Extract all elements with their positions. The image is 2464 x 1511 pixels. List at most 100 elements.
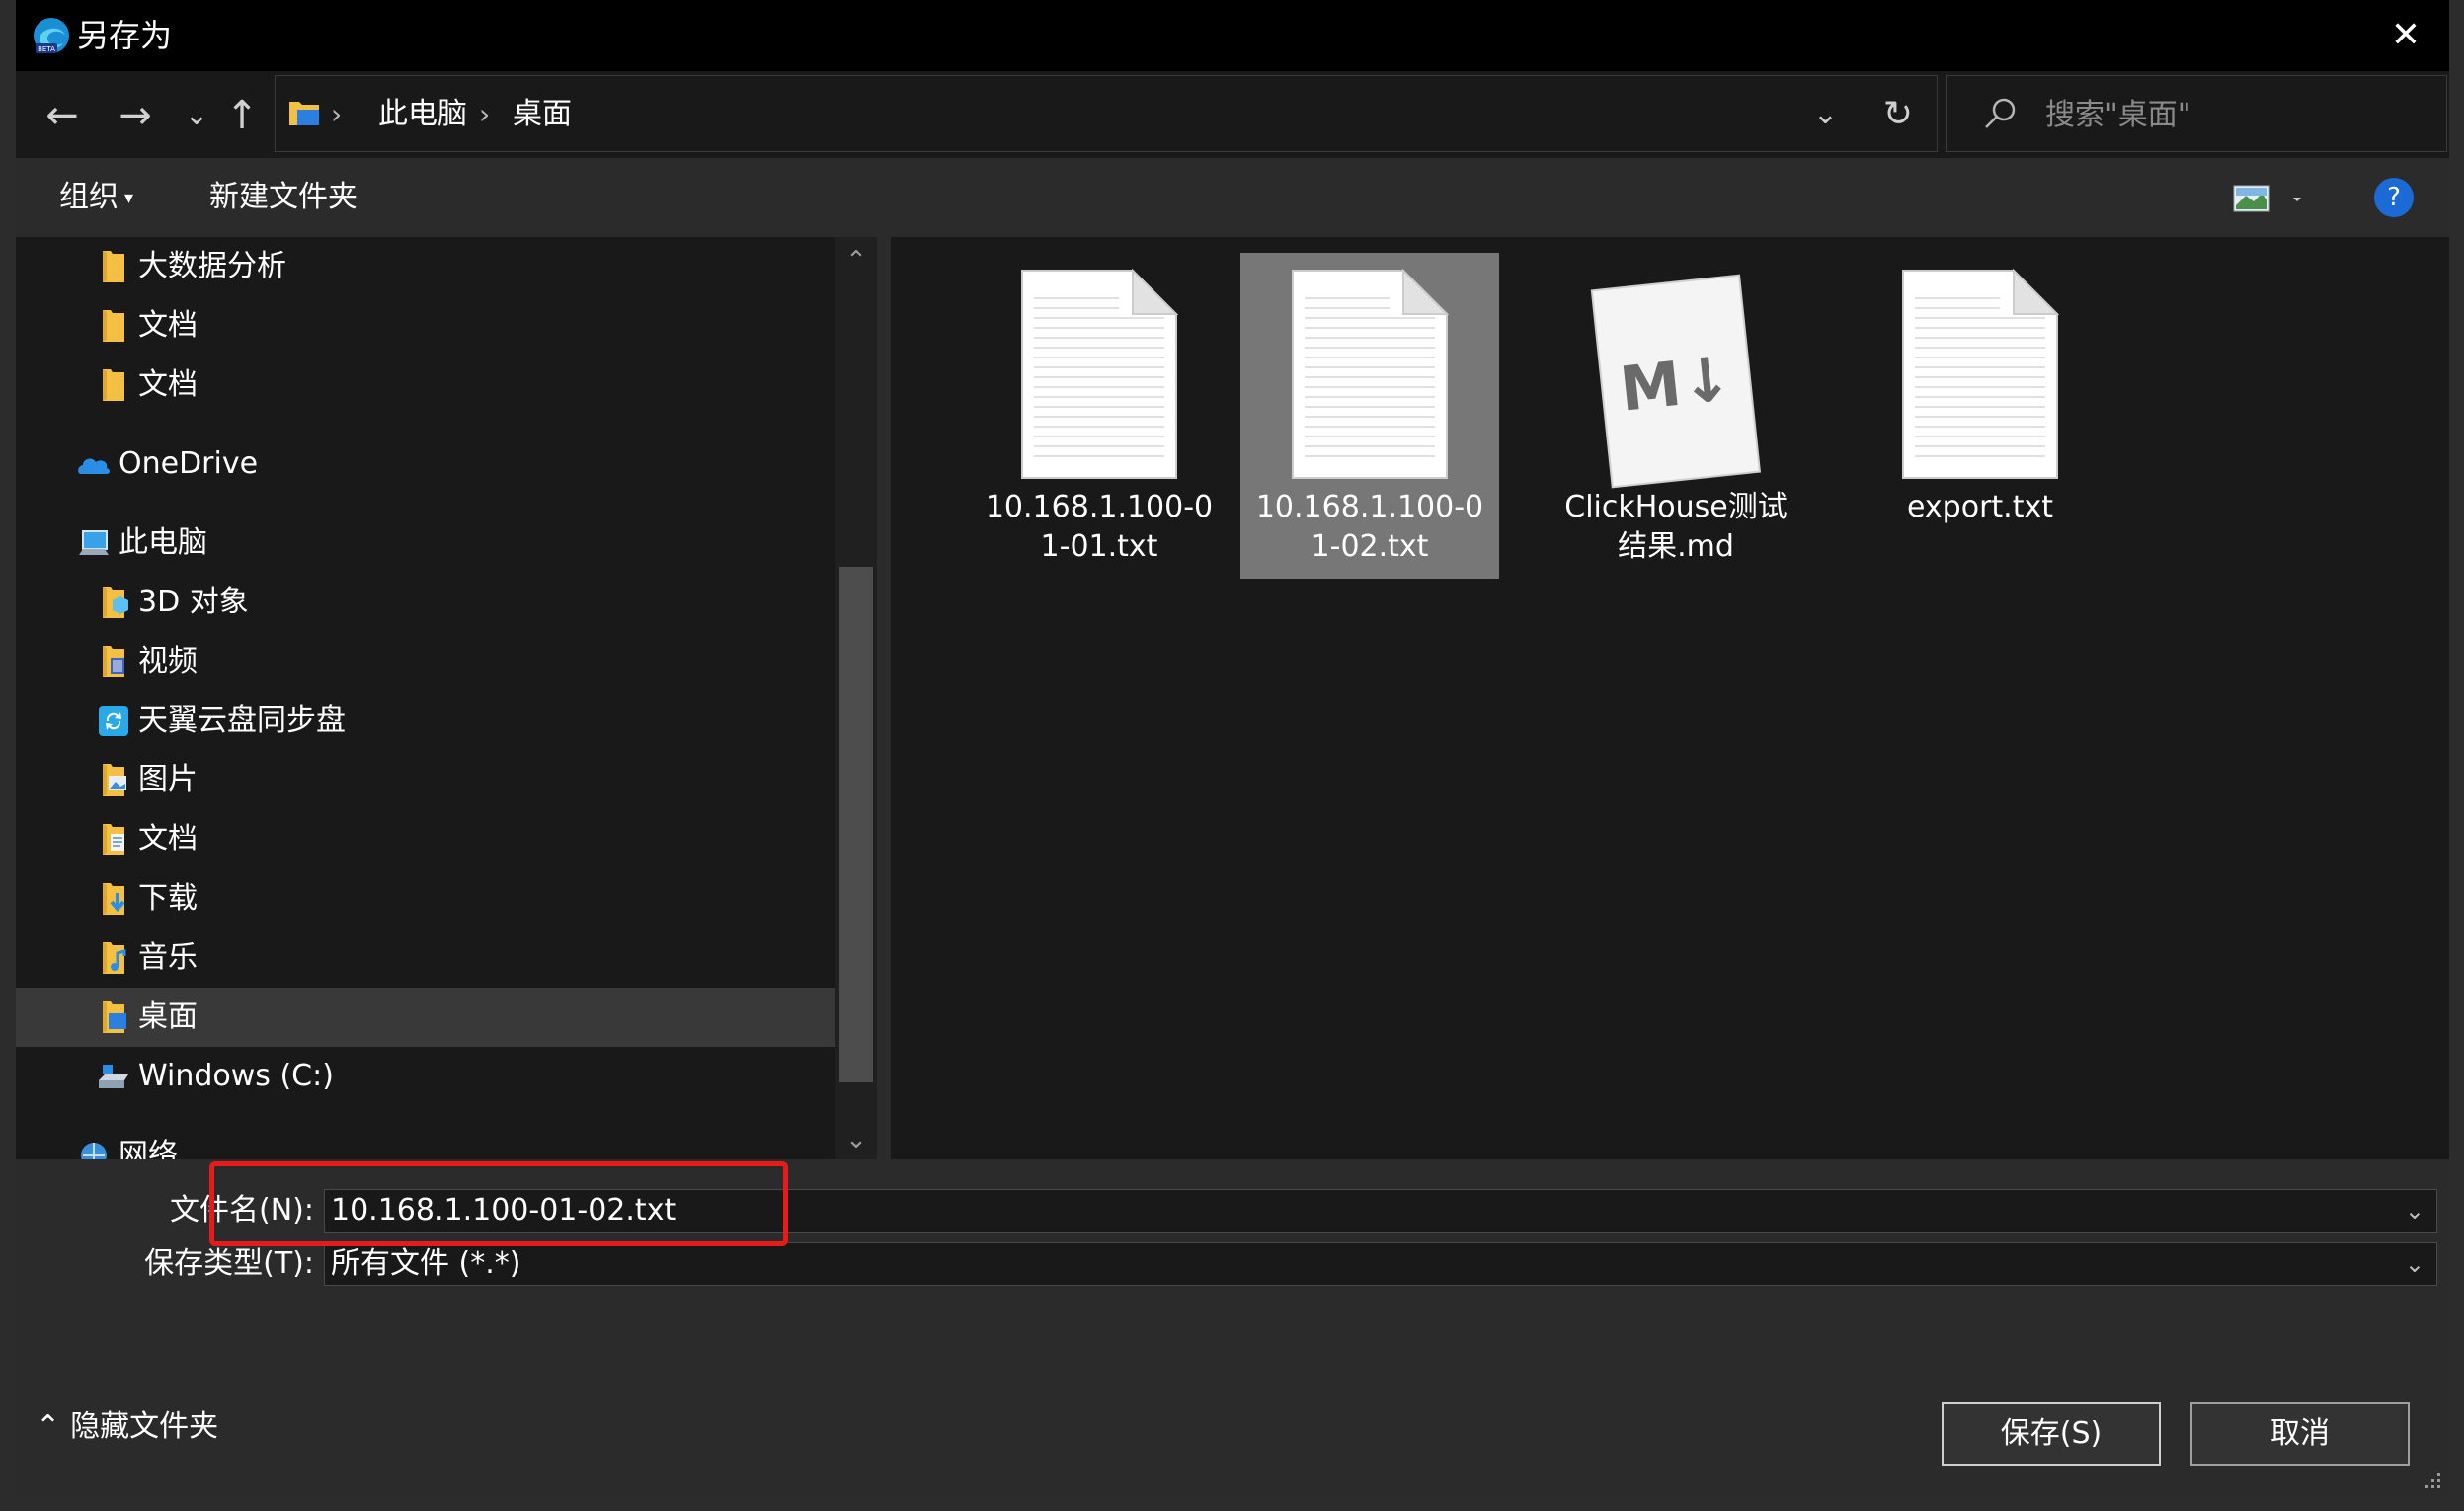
search-icon [1985,98,2016,128]
background-bottom [0,1496,2464,1511]
resize-grip-icon[interactable] [2422,1470,2443,1491]
file-name-label: ClickHouse测试结果.md [1564,490,1788,564]
tree-item[interactable]: 天翼云盘同步盘 [16,691,835,751]
filetype-label: 保存类型(T): [144,1246,314,1281]
chevron-down-icon[interactable]: ⌄ [2405,1243,2424,1285]
filetype-select[interactable]: 所有文件 (*.*) ⌄ [324,1242,2437,1286]
folder-icon [103,251,124,282]
background-right [2449,0,2464,1511]
file-item[interactable]: M↓ ClickHouse测试结果.md [1547,253,1805,579]
onedrive-cloud-icon [78,458,110,474]
breadcrumb-separator: › [479,98,491,130]
tree-item-label: 下载 [138,881,198,915]
computer-icon [79,530,109,555]
tree-item[interactable]: Windows (C:) [16,1047,835,1106]
search-box[interactable] [1946,75,2447,152]
filetype-value: 所有文件 (*.*) [331,1246,521,1281]
scroll-up-button[interactable]: ⌃ [835,241,877,280]
scroll-down-button[interactable]: ⌄ [835,1120,877,1159]
filename-highlight-annotation [209,1161,788,1246]
title-bar: BETA 另存为 ✕ [16,0,2449,71]
tree-item-label: 3D 对象 [138,585,249,619]
text-file-icon [1902,269,2059,479]
tree-item[interactable]: 音乐 [16,928,835,988]
refresh-button[interactable]: ↻ [1883,90,1913,139]
videos-folder-icon [103,646,124,677]
tree-item[interactable]: 视频 [16,632,835,691]
documents-folder-icon [103,824,124,855]
hide-folders-button[interactable]: ⌃ 隐藏文件夹 [36,1402,218,1452]
breadcrumb-this-pc[interactable]: 此电脑 [378,90,467,139]
tree-item-label: 图片 [138,762,198,797]
tree-item-label: 桌面 [138,999,198,1034]
recent-locations-button[interactable]: ⌄ [172,91,221,140]
text-file-icon [1292,269,1449,479]
help-button[interactable]: ? [2374,178,2414,217]
search-input[interactable] [2045,90,2421,139]
downloads-folder-icon [103,883,125,915]
tree-item[interactable]: 文档 [16,810,835,869]
music-folder-icon [103,942,126,974]
svg-text:BETA: BETA [38,45,55,53]
breadcrumb-desktop[interactable]: 桌面 [513,90,572,139]
breadcrumb-separator: › [331,98,343,130]
file-name-label: 10.168.1.100-01-01.txt [985,490,1214,564]
tree-item-label: 视频 [138,644,198,678]
organize-button[interactable]: 组织 ▾ [59,174,133,222]
address-bar[interactable]: › 此电脑 › 桌面 ⌄ ↻ [275,75,1938,152]
tree-item[interactable]: 大数据分析 [16,237,835,296]
desktop-folder-icon [289,102,319,125]
command-toolbar: 组织 ▾ 新建文件夹 ? [16,158,2449,237]
tree-item[interactable]: 图片 [16,751,835,810]
tree-item[interactable]: 文档 [16,356,835,415]
file-list-pane: 10.168.1.100-01-01.txt 10.168.1.100-01-02… [891,237,2449,1159]
markdown-file-icon: M↓ [1590,274,1762,489]
window-title: 另存为 [77,17,173,54]
tree-item[interactable]: 下载 [16,869,835,928]
new-folder-button[interactable]: 新建文件夹 [209,174,358,221]
folder-icon [103,369,124,401]
hide-folders-label: 隐藏文件夹 [70,1409,219,1444]
tree-item-label: Windows (C:) [138,1059,334,1093]
tree-item[interactable]: OneDrive [16,435,835,494]
tree-item[interactable]: 文档 [16,296,835,356]
up-button[interactable]: ↑ [217,91,267,140]
save-button[interactable]: 保存(S) [1942,1402,2161,1466]
pane-divider[interactable] [877,237,891,1159]
chevron-up-icon: ⌃ [36,1409,61,1444]
nav-pane-scrollbar[interactable]: ⌃ ⌄ [835,237,877,1159]
forward-button[interactable]: → [111,91,160,140]
tree-item-label: 文档 [138,822,198,856]
file-item[interactable]: export.txt [1851,253,2109,579]
chevron-down-icon: ▾ [124,187,134,208]
desktop-folder-icon [103,1001,126,1033]
save-as-dialog: BETA 另存为 ✕ ← → ⌄ ↑ › 此电脑 › 桌面 ⌄ ↻ 搜索"桌面"… [16,0,2449,1496]
cancel-button[interactable]: 取消 [2190,1402,2410,1466]
tree-item-label: OneDrive [119,446,259,481]
tree-item-label: 天翼云盘同步盘 [138,703,346,738]
file-item[interactable]: 10.168.1.100-01-02.txt [1240,253,1499,579]
close-button[interactable]: ✕ [2376,8,2435,63]
scroll-thumb[interactable] [839,567,873,1082]
tree-item-label: 大数据分析 [138,249,286,283]
svg-text:M↓: M↓ [1617,342,1736,425]
sync-disk-icon [99,706,128,736]
background-left [0,0,16,1511]
edge-beta-icon: BETA [34,18,69,53]
address-dropdown-button[interactable]: ⌄ [1813,90,1838,139]
change-view-button[interactable] [2232,180,2311,219]
navigation-pane: 大数据分析 文档 文档 OneDrive 此电脑 3D 对象 视频 天翼云盘同步盘 图片 文档 下载… [16,237,877,1159]
tree-item[interactable]: 桌面 [16,988,835,1047]
tree-item[interactable]: 此电脑 [16,514,835,573]
network-icon [81,1143,107,1159]
back-button[interactable]: ← [38,91,87,140]
file-name-label: export.txt [1907,490,2053,524]
navigation-bar: ← → ⌄ ↑ › 此电脑 › 桌面 ⌄ ↻ [16,71,2449,158]
file-item[interactable]: 10.168.1.100-01-01.txt [970,253,1229,579]
tree-item[interactable]: 3D 对象 [16,573,835,632]
pictures-folder-icon [103,764,126,796]
chevron-down-icon[interactable]: ⌄ [2405,1190,2424,1232]
tree-item-label: 此电脑 [119,525,207,560]
organize-label: 组织 [59,180,119,214]
tree-item[interactable]: 网络 [16,1126,835,1159]
